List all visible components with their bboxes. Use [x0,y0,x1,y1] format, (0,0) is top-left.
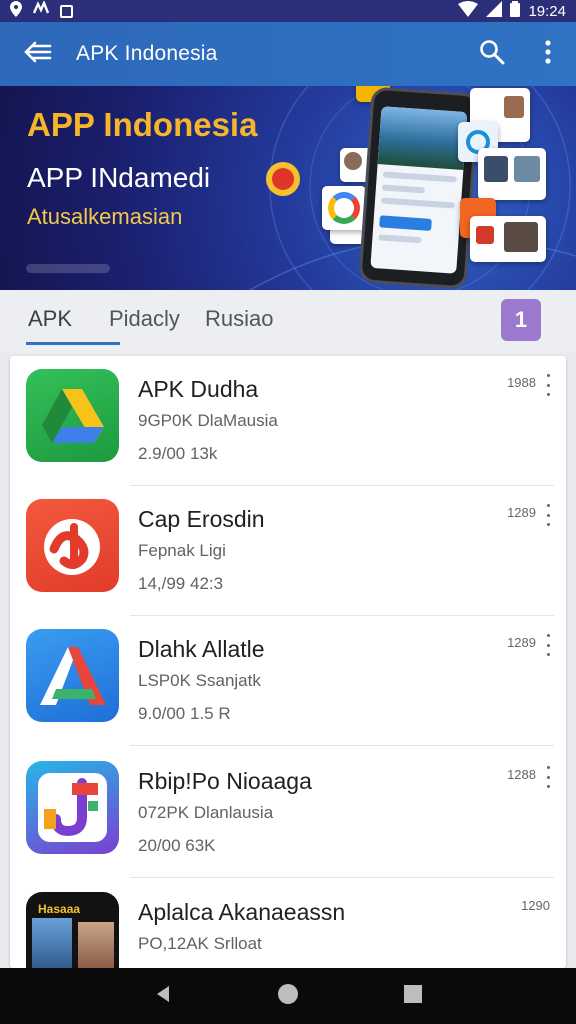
app-title: APK Indonesia [76,42,218,65]
category-tabs: APK Pidacly Rusiao [0,290,576,352]
screenshot-icon [60,4,73,18]
app-name: APK Dudha [138,376,259,402]
battery-icon [510,1,521,21]
notification-icon [32,0,50,21]
app-card-icon [478,148,546,200]
search-icon [479,39,505,70]
tab-rusiao[interactable]: Rusiao [205,306,273,332]
app-meta: 14,/99 42:3 [138,574,224,593]
item-more-button[interactable] [544,374,552,396]
banner-subtitle: APP INdamedi [27,162,211,193]
app-bar: APK Indonesia [0,22,576,86]
list-item[interactable]: Dlahk Allatle LSP0K Ssanjatk 9.0/00 1.5 … [10,616,566,746]
app-count: 1290 [521,898,550,913]
overflow-menu-button[interactable] [520,22,576,86]
tab-pidacly[interactable]: Pidacly [109,306,180,332]
item-more-button[interactable] [544,504,552,526]
active-tab-indicator [26,342,120,345]
youtube-badge-icon [266,162,300,196]
app-list: APK Dudha 9GP0K DlaMausia 2.9/00 13k 198… [10,356,566,968]
status-bar: 19:24 [0,0,576,22]
app-name: Dlahk Allatle [138,636,265,662]
app-card-icon [470,216,546,262]
signal-icon [486,1,503,21]
photo-thumbnail-icon: Hasaaa [26,892,119,968]
app-count: 1288 [507,767,536,782]
phone-mockup [358,86,480,290]
back-button[interactable] [0,22,76,86]
app-name: Cap Erosdin [138,506,265,532]
status-time: 19:24 [528,2,566,20]
app-developer: Fepnak Ligi [138,541,226,560]
app-count: 1289 [507,635,536,650]
colored-j-icon [26,761,119,854]
app-developer: 072PK Dlanlausia [138,803,274,822]
list-item[interactable]: Cap Erosdin Fepnak Ligi 14,/99 42:3 1289 [10,486,566,616]
more-vertical-icon [545,39,551,69]
banner-indicator [26,264,110,273]
list-item[interactable]: APK Dudha 9GP0K DlaMausia 2.9/00 13k 198… [10,356,566,486]
colored-a-icon [26,629,119,722]
tab-count-badge[interactable]: 1 [501,299,541,341]
list-item[interactable]: Hasaaa Aplalca Akanaeassn PO,12AK Srlloa… [10,879,566,968]
item-more-button[interactable] [544,766,552,788]
back-arrow-icon [24,41,52,68]
square-recents-icon [403,984,423,1009]
tab-apk[interactable]: APK [28,306,72,332]
location-icon [10,1,22,21]
nav-home-button[interactable] [268,976,308,1016]
system-nav-bar [0,968,576,1024]
banner-tagline: Atusalkemasian [27,204,183,229]
list-item[interactable]: Rbip!Po Nioaaga 072PK Dlanlausia 20/00 6… [10,748,566,878]
app-name: Rbip!Po Nioaaga [138,768,312,794]
promo-banner[interactable]: APP Indonesia APP INdamedi Atusalkemasia… [0,86,576,290]
app-meta: 20/00 63K [138,836,216,855]
google-icon [322,186,366,230]
app-count: 1289 [507,505,536,520]
drive-triangle-icon [26,369,119,462]
app-developer: PO,12AK Srlloat [138,934,262,953]
banner-title: APP Indonesia [27,106,258,143]
app-developer: 9GP0K DlaMausia [138,411,278,430]
circle-home-icon [277,983,299,1010]
wifi-icon [458,1,479,21]
icon-label: Hasaaa [38,902,81,916]
divider [130,745,554,746]
item-more-button[interactable] [544,634,552,656]
search-button[interactable] [464,22,520,86]
nav-recents-button[interactable] [393,976,433,1016]
app-developer: LSP0K Ssanjatk [138,671,261,690]
app-name: Aplalca Akanaeassn [138,899,346,925]
red-swirl-icon [26,499,119,592]
nav-back-button[interactable] [143,976,183,1016]
app-meta: 2.9/00 13k [138,444,218,463]
app-count: 1988 [507,375,536,390]
app-meta: 9.0/00 1.5 R [138,704,231,723]
triangle-back-icon [153,984,173,1009]
divider [130,877,554,878]
